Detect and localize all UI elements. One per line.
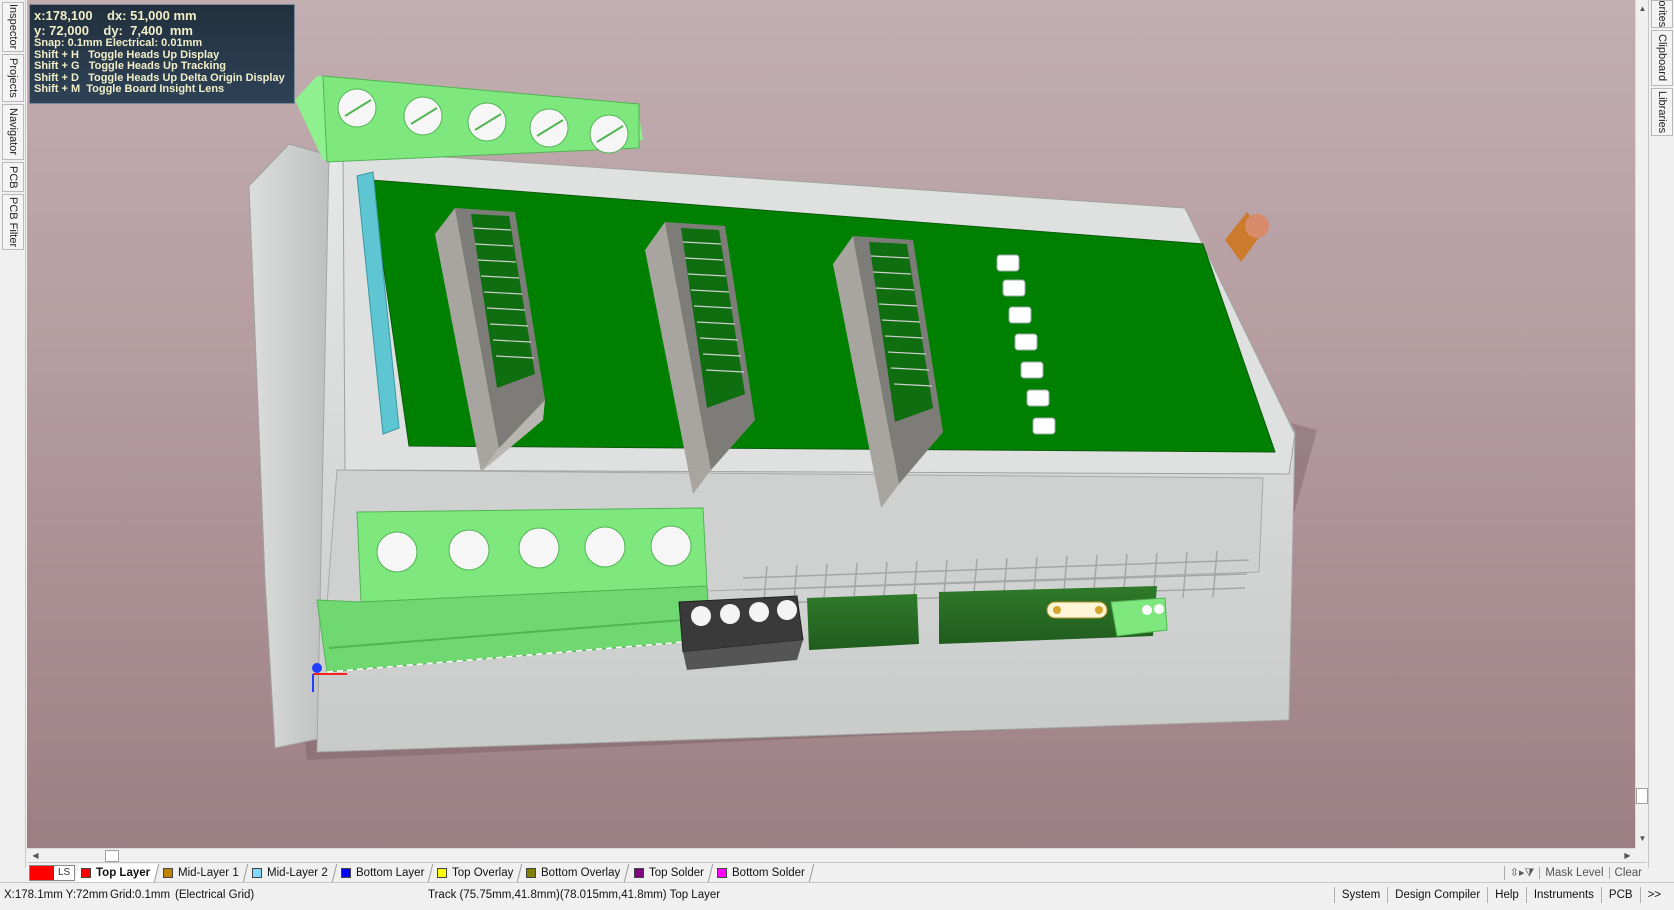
layer-color-swatch [436, 867, 447, 878]
status-bar: X:178.1mm Y:72mm Grid:0.1mm (Electrical … [0, 882, 1674, 910]
tab-favorites-label: Favorites [1656, 0, 1668, 27]
clear-button[interactable]: Clear [1608, 866, 1647, 879]
status-grid-type: (Electrical Grid) [175, 889, 255, 901]
tab-navigator-label: Navigator [7, 108, 19, 156]
scroll-left-arrow-icon[interactable]: ◀ [29, 849, 42, 862]
layer-tab-label: Bottom Solder [731, 866, 805, 879]
small-terminal [1110, 597, 1168, 637]
layer-tab-label: Top Layer [96, 866, 151, 879]
status-track-info: Track (75.75mm,41.8mm)(78.015mm,41.8mm) … [428, 889, 721, 901]
layer-tab-label: Bottom Overlay [541, 866, 621, 879]
layer-tab-bottom-solder[interactable]: Bottom Solder [710, 863, 814, 882]
lower-pcb-window-1 [807, 594, 919, 650]
layer-tab-top-layer[interactable]: Top Layer [74, 863, 160, 882]
app-window: Inspector Projects Navigator PCB PCB Fil… [0, 0, 1674, 910]
pcb-3d-viewport[interactable]: x:178,100 dx: 51,000 mm y: 72,000 dy: 7,… [27, 0, 1647, 848]
layer-set-color-swatch [30, 865, 54, 880]
horizontal-scrollbar[interactable]: ◀ ▶ [27, 848, 1635, 862]
status-button-system[interactable]: System [1333, 887, 1387, 903]
layer-tab-bottom-layer[interactable]: Bottom Layer [334, 863, 434, 882]
mask-level-button[interactable]: Mask Level [1539, 866, 1608, 879]
heads-up-display: x:178,100 dx: 51,000 mm y: 72,000 dy: 7,… [29, 4, 295, 104]
layer-color-swatch [633, 867, 644, 878]
tab-projects-label: Projects [7, 58, 19, 98]
layer-set-button[interactable]: LS [29, 864, 75, 881]
scroll-right-arrow-icon[interactable]: ▶ [1621, 849, 1634, 862]
hud-snap-info: Snap: 0.1mm Electrical: 0.01mm [34, 37, 203, 49]
pcb-3d-model [248, 75, 1317, 760]
top-terminal-block [295, 75, 643, 163]
vertical-scroll-thumb[interactable] [1636, 788, 1648, 804]
tab-clipboard[interactable]: Clipboard [1651, 30, 1673, 86]
layer-tab-mid-layer-1[interactable]: Mid-Layer 1 [156, 863, 249, 882]
layer-tab-label: Bottom Layer [355, 866, 424, 879]
right-panel-tabs: Favorites Clipboard Libraries [1648, 0, 1674, 868]
layer-color-swatch [251, 867, 262, 878]
status-button-help[interactable]: Help [1487, 887, 1526, 903]
tab-libraries[interactable]: Libraries [1651, 88, 1673, 136]
cable-cap [1245, 214, 1269, 238]
hud-shortcut-m: Shift + M Toggle Board Insight Lens [34, 83, 225, 96]
black-connector [678, 595, 804, 670]
layer-bar-tools: ⇳▸⧩ Mask Level Clear [1503, 864, 1647, 882]
layer-tab-top-overlay[interactable]: Top Overlay [430, 863, 523, 882]
layer-tab-mid-layer-2[interactable]: Mid-Layer 2 [245, 863, 337, 882]
status-button-pcb[interactable]: PCB [1600, 887, 1640, 903]
tab-clipboard-label: Clipboard [1656, 34, 1668, 82]
tab-navigator[interactable]: Navigator [2, 104, 24, 160]
status-panel-buttons: System Design Compiler Help Instruments … [1333, 887, 1668, 903]
layer-color-swatch [526, 867, 537, 878]
left-panel-tabs: Inspector Projects Navigator PCB PCB Fil… [0, 0, 26, 868]
layer-color-swatch [81, 867, 91, 878]
layer-tab-label: Mid-Layer 2 [266, 866, 328, 879]
tab-inspector[interactable]: Inspector [2, 2, 24, 52]
layer-tabs-bar: LS Top Layer Mid-Layer 1 Mid-Layer 2 Bot… [27, 862, 1647, 882]
layer-tab-bottom-overlay[interactable]: Bottom Overlay [520, 863, 630, 882]
layer-color-swatch [163, 867, 174, 878]
tab-pcb[interactable]: PCB [2, 162, 24, 192]
layer-tab-label: Mid-Layer 1 [178, 866, 239, 879]
layer-tab-top-solder[interactable]: Top Solder [627, 863, 713, 882]
crystal-component [1046, 601, 1108, 619]
hud-coords-x: x:178,100 dx: 51,000 mm [34, 8, 197, 23]
layer-set-label: LS [58, 867, 71, 878]
snap-options-icon[interactable]: ⇳▸⧩ [1503, 865, 1540, 880]
status-button-more[interactable]: >> [1639, 887, 1668, 903]
layer-color-swatch [340, 867, 351, 878]
vertical-scrollbar[interactable]: ▲ ▼ [1635, 0, 1648, 848]
tab-pcb-label: PCB [7, 165, 19, 189]
tab-favorites[interactable]: Favorites [1651, 0, 1673, 28]
tab-projects[interactable]: Projects [2, 54, 24, 102]
layer-tab-label: Top Solder [648, 866, 704, 879]
layer-color-swatch [716, 867, 727, 878]
tab-pcb-filter-label: PCB Filter [7, 196, 19, 248]
layer-tab-label: Top Overlay [451, 866, 514, 879]
status-grid: Grid:0.1mm [110, 889, 171, 901]
tab-inspector-label: Inspector [7, 4, 19, 50]
hud-coords-y: y: 72,000 dy: 7,400 mm [34, 23, 193, 38]
horizontal-scroll-thumb[interactable] [105, 850, 119, 862]
tab-libraries-label: Libraries [1656, 90, 1668, 134]
status-button-design-compiler[interactable]: Design Compiler [1387, 887, 1487, 903]
tab-pcb-filter[interactable]: PCB Filter [2, 194, 24, 250]
status-coordinates: X:178.1mm Y:72mm [4, 889, 108, 901]
status-button-instruments[interactable]: Instruments [1525, 887, 1601, 903]
